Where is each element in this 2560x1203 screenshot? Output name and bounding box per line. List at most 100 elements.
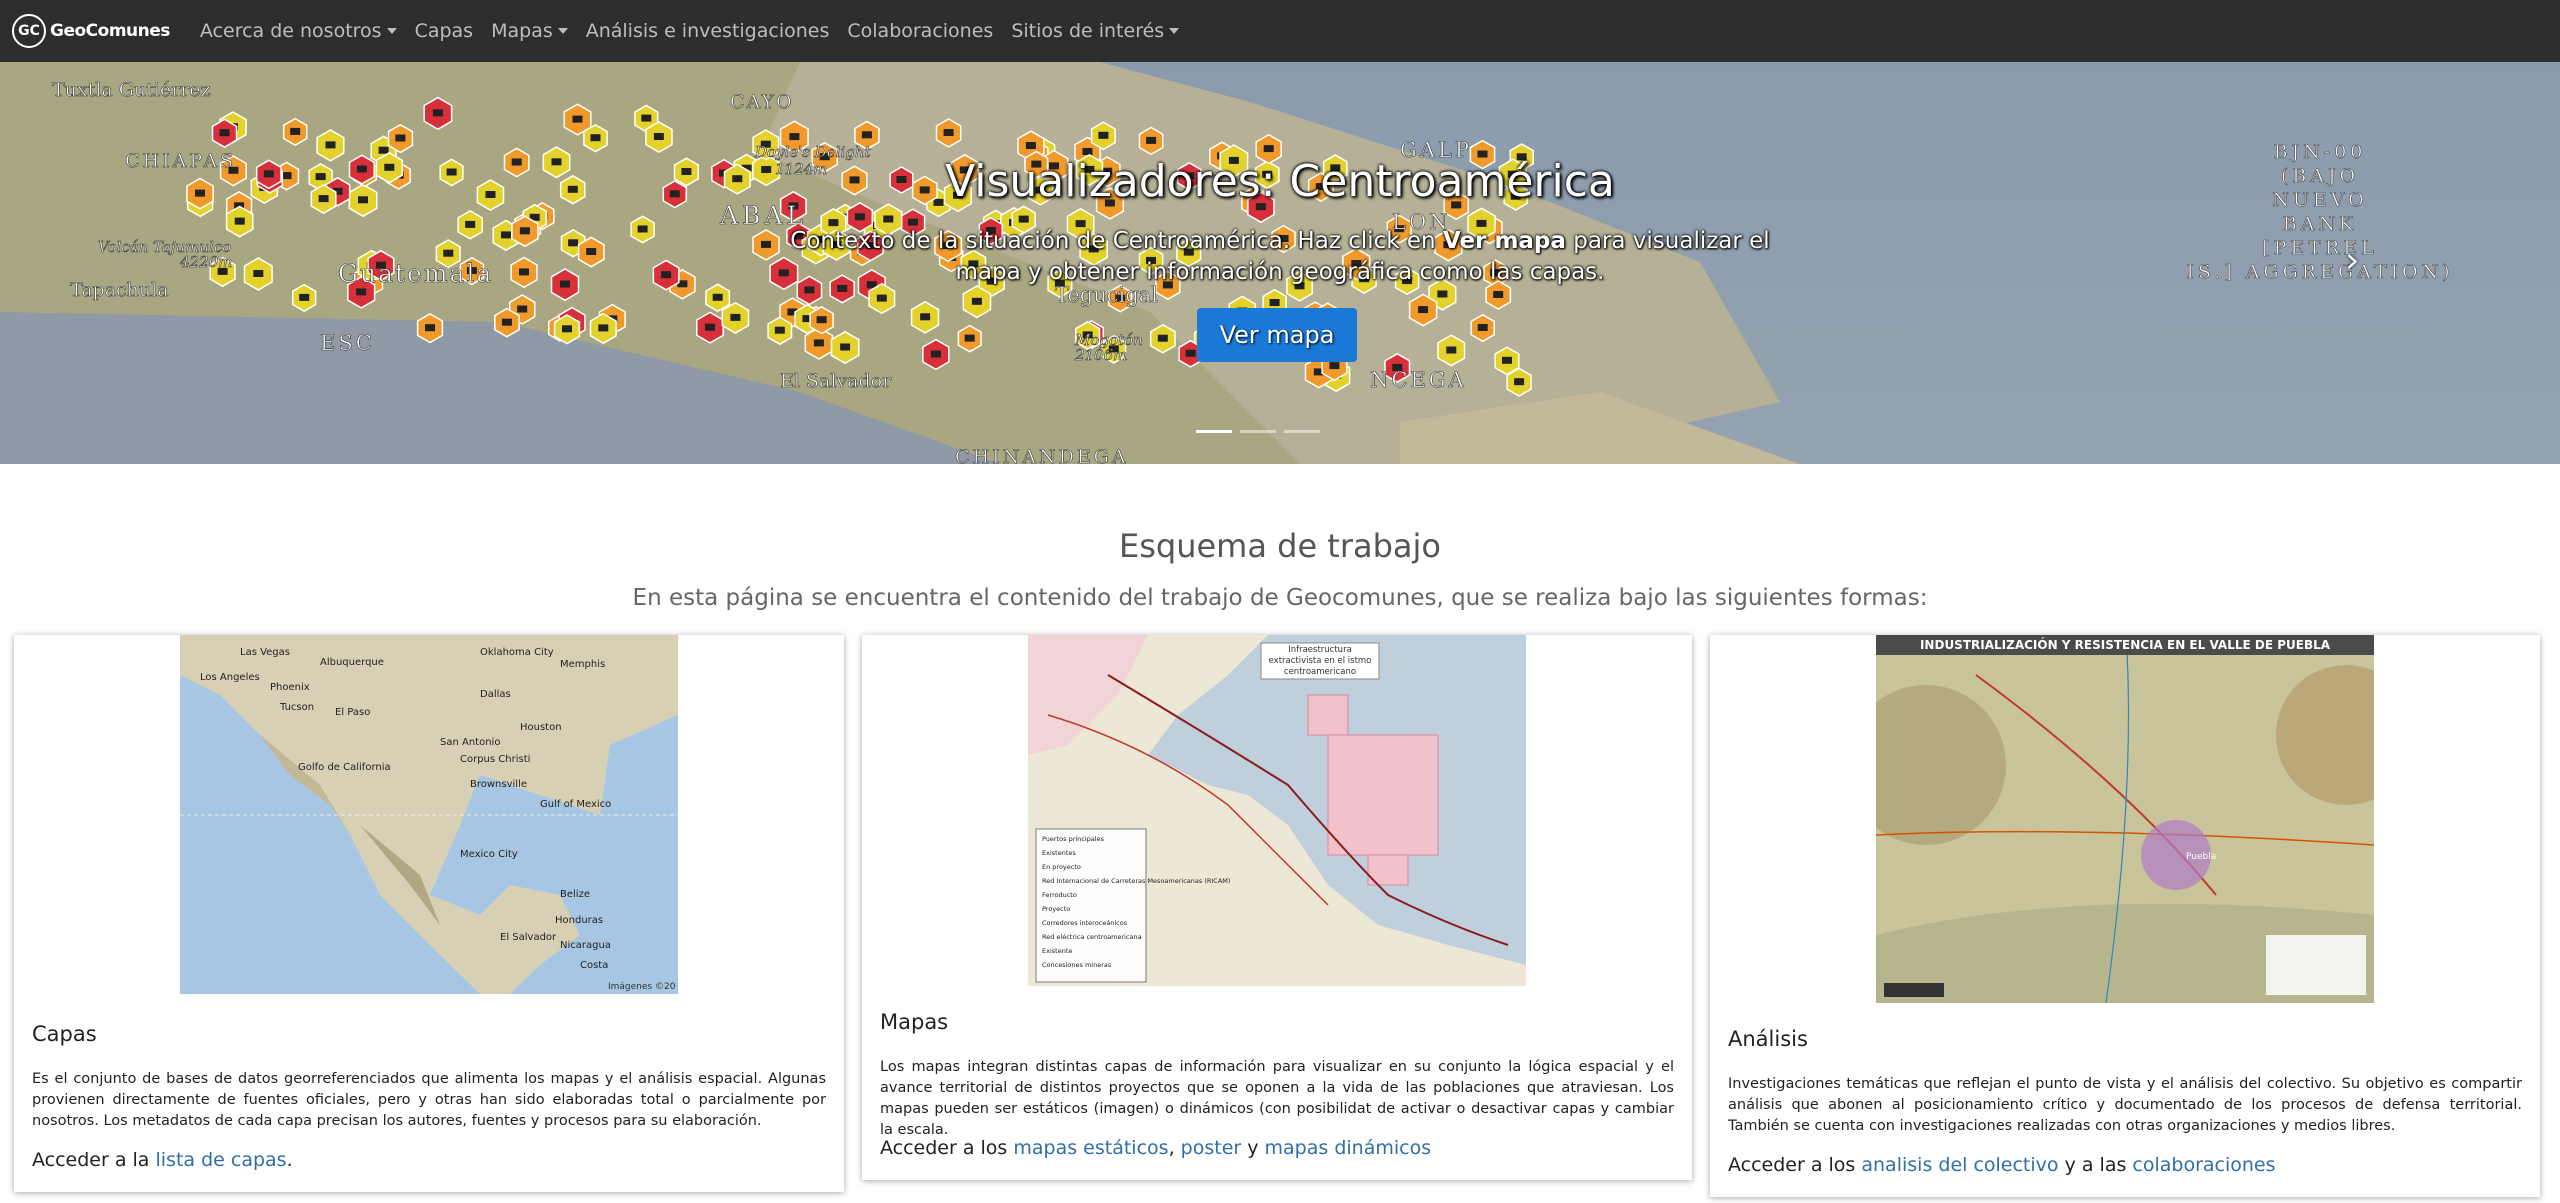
map-marker-glyph: [712, 293, 723, 301]
map-label: CAYO: [730, 91, 794, 113]
map-marker-glyph: [1269, 299, 1280, 306]
map-marker-glyph: [1146, 136, 1157, 144]
hero-subtitle-bold: Ver mapa: [1442, 228, 1566, 254]
map-title: INDUSTRIALIZACIÓN Y RESISTENCIA EN EL VA…: [1920, 637, 2331, 652]
map-label: Honduras: [555, 915, 603, 926]
map-title: Infraestructura extractivista en el istm…: [1268, 645, 1372, 677]
map-label: IS.] AGGREGATION): [2186, 261, 2453, 283]
analisis-thumbnail[interactable]: INDUSTRIALIZACIÓN Y RESISTENCIA EN EL VA…: [1876, 635, 2374, 1003]
caret-down-icon: [557, 28, 568, 34]
map-legend-item: Proyecto: [1042, 905, 1070, 913]
card-title: Análisis: [1728, 1027, 1808, 1051]
carousel-indicator[interactable]: [1240, 430, 1276, 433]
nav-label: Colaboraciones: [847, 20, 994, 42]
logo[interactable]: GC GeoComunes: [12, 14, 170, 48]
ver-mapa-button[interactable]: Ver mapa: [1197, 308, 1357, 362]
card-text: Es el conjunto de bases de datos georref…: [32, 1071, 826, 1129]
carousel-indicator[interactable]: [1284, 430, 1320, 433]
map-marker-glyph: [432, 109, 443, 117]
map-marker-glyph: [730, 313, 741, 321]
map-marker-glyph: [964, 334, 975, 342]
map-marker-glyph: [861, 131, 872, 139]
map-label: Golfo de California: [298, 762, 391, 773]
map-marker-glyph: [1018, 215, 1029, 223]
card-title: Capas: [32, 1022, 97, 1046]
lista-de-capas-link[interactable]: lista de capas: [156, 1149, 287, 1171]
card-access-line: Acceder a los mapas estáticos, poster y …: [880, 1137, 1431, 1159]
nav-label: Acerca de nosotros: [199, 20, 382, 42]
nav-item-capas[interactable]: Capas: [415, 20, 474, 42]
map-label: NCEGA: [1370, 368, 1467, 392]
map-label: Puebla: [2186, 852, 2216, 862]
map-label: Brownsville: [470, 779, 527, 790]
map-marker-glyph: [378, 146, 389, 154]
analisis-colectivo-link[interactable]: analisis del colectivo: [1861, 1154, 2058, 1176]
map-label: Houston: [520, 722, 562, 733]
map-marker-glyph: [705, 323, 715, 331]
carousel-indicator[interactable]: [1196, 430, 1232, 433]
map-marker-glyph: [501, 231, 511, 239]
map-label: Los Angeles: [200, 672, 260, 683]
card-text: Investigaciones temáticas que reflejan e…: [1728, 1076, 2522, 1134]
hero-carousel: Tuxtla Gutiérrez CHIAPAS CAYO Doyle's De…: [0, 62, 2560, 464]
map-legend-item: Red eléctrica centroamericana: [1042, 933, 1142, 941]
map-marker-glyph: [299, 293, 310, 301]
logo-mark: GC: [12, 14, 46, 48]
map-attribution: Imágenes ©20: [608, 982, 676, 992]
nav-item-colaboraciones[interactable]: Colaboraciones: [847, 20, 993, 42]
map-marker-glyph: [519, 227, 530, 235]
mapas-thumbnail[interactable]: Infraestructura extractivista en el istm…: [1028, 635, 1526, 986]
carousel-indicators: [1196, 430, 1320, 433]
map-marker-glyph: [517, 305, 528, 313]
map-marker-glyph: [789, 133, 800, 141]
nav-item-analisis[interactable]: Análisis e investigaciones: [586, 20, 830, 42]
nav-item-acerca[interactable]: Acerca de nosotros: [200, 20, 397, 42]
map-legend-item: Concesiones mineras: [1042, 961, 1112, 969]
mapas-dinamicos-link[interactable]: mapas dinámicos: [1265, 1137, 1432, 1159]
nav-label: Análisis e investigaciones: [585, 20, 830, 42]
map-label: 4220m: [179, 253, 232, 271]
map-marker-glyph: [943, 129, 954, 136]
poster-link[interactable]: poster: [1181, 1137, 1242, 1159]
map-label: Mexico City: [460, 849, 518, 860]
map-marker-glyph: [395, 134, 406, 142]
mapas-map-image: Infraestructura extractivista en el istm…: [1028, 635, 1526, 986]
caret-down-icon: [386, 28, 397, 34]
nav-label: Sitios de interés: [1011, 20, 1165, 42]
capas-map-image: Las Vegas Los Angeles Phoenix Albuquerqu…: [180, 635, 678, 994]
map-marker-glyph: [1437, 290, 1448, 298]
map-marker-glyph: [883, 215, 894, 223]
map-marker-glyph: [641, 114, 652, 122]
carousel-next-icon[interactable]: ›: [2345, 240, 2359, 281]
map-label: Guatemala: [338, 259, 493, 288]
map-legend-item: Red Internacional de Carreteras Mesoamer…: [1042, 877, 1230, 885]
map-legend-item: Existentes: [1042, 849, 1076, 857]
mapas-estaticos-link[interactable]: mapas estáticos: [1013, 1137, 1168, 1159]
navbar: GC GeoComunes Acerca de nosotros Capas M…: [0, 0, 2560, 62]
hero-subtitle: Contexto de la situación de Centroaméric…: [780, 226, 1780, 288]
map-marker-glyph: [234, 217, 245, 225]
map-legend-item: En proyecto: [1042, 863, 1081, 871]
map-legend-item: Existente: [1042, 947, 1072, 955]
capas-thumbnail[interactable]: Las Vegas Los Angeles Phoenix Albuquerqu…: [180, 635, 678, 994]
access-text: y: [1241, 1137, 1265, 1159]
map-marker-glyph: [1418, 306, 1429, 314]
map-marker-glyph: [930, 350, 941, 358]
map-marker-glyph: [637, 225, 648, 233]
colaboraciones-link[interactable]: colaboraciones: [2132, 1154, 2275, 1176]
map-label: El Paso: [335, 707, 370, 718]
map-label: Nicaragua: [560, 940, 611, 951]
section-subtitle: En esta página se encuentra el contenido…: [632, 585, 1928, 611]
nav-item-sitios[interactable]: Sitios de interés: [1011, 20, 1180, 42]
map-marker-glyph: [568, 239, 579, 247]
map-marker-glyph: [356, 288, 367, 296]
section-title: Esquema de trabajo: [1119, 527, 1441, 565]
map-label: Belize: [560, 889, 590, 900]
access-text: Acceder a la: [32, 1149, 156, 1171]
map-marker-glyph: [562, 325, 572, 333]
map-marker-glyph: [854, 213, 865, 221]
nav-item-mapas[interactable]: Mapas: [491, 20, 568, 42]
map-label: Costa: [580, 960, 608, 971]
map-marker-glyph: [325, 141, 336, 149]
map-marker-glyph: [816, 316, 827, 324]
